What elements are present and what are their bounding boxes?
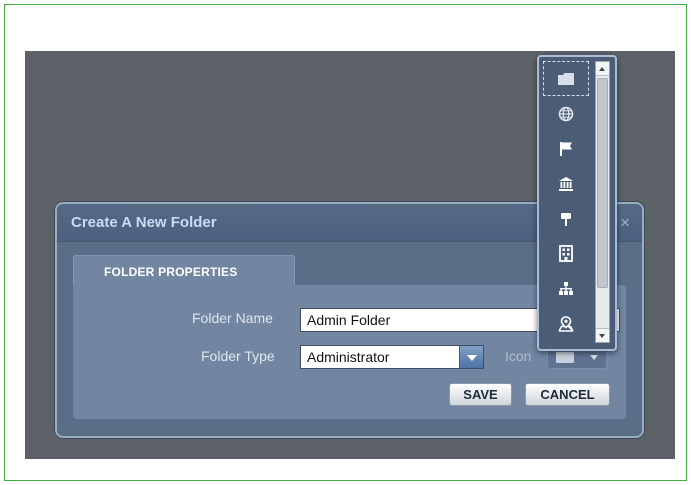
- building-icon[interactable]: [543, 236, 589, 271]
- chevron-down-icon: [590, 355, 598, 360]
- org-chart-icon[interactable]: [543, 271, 589, 306]
- chevron-down-icon[interactable]: [459, 346, 483, 368]
- tab-label: FOLDER PROPERTIES: [104, 265, 238, 279]
- icon-picker-dropdown: [537, 55, 617, 351]
- cancel-button[interactable]: CANCEL: [525, 383, 610, 406]
- scroll-up-arrow[interactable]: [596, 62, 609, 76]
- icon-picker-list: [543, 61, 589, 341]
- scroll-down-arrow[interactable]: [596, 328, 609, 342]
- folder-type-label: Folder Type: [201, 348, 275, 364]
- scrollbar-thumb[interactable]: [597, 78, 608, 288]
- selected-folder-icon: [556, 352, 574, 363]
- folder-name-label: Folder Name: [192, 310, 273, 326]
- icon-label: Icon: [505, 348, 532, 364]
- signpost-icon[interactable]: [543, 201, 589, 236]
- close-icon[interactable]: ×: [620, 213, 630, 233]
- flag-icon[interactable]: [543, 131, 589, 166]
- folder-icon[interactable]: [543, 61, 589, 96]
- folder-type-select[interactable]: Administrator: [300, 345, 484, 369]
- map-marker-icon[interactable]: [543, 306, 589, 341]
- dialog-title: Create A New Folder: [71, 214, 217, 231]
- save-button[interactable]: SAVE: [449, 383, 512, 406]
- icon-picker-scrollbar[interactable]: [595, 61, 610, 343]
- folder-type-value: Administrator: [307, 349, 390, 365]
- bank-icon[interactable]: [543, 166, 589, 201]
- globe-icon[interactable]: [543, 96, 589, 131]
- tab-folder-properties[interactable]: FOLDER PROPERTIES: [73, 255, 295, 286]
